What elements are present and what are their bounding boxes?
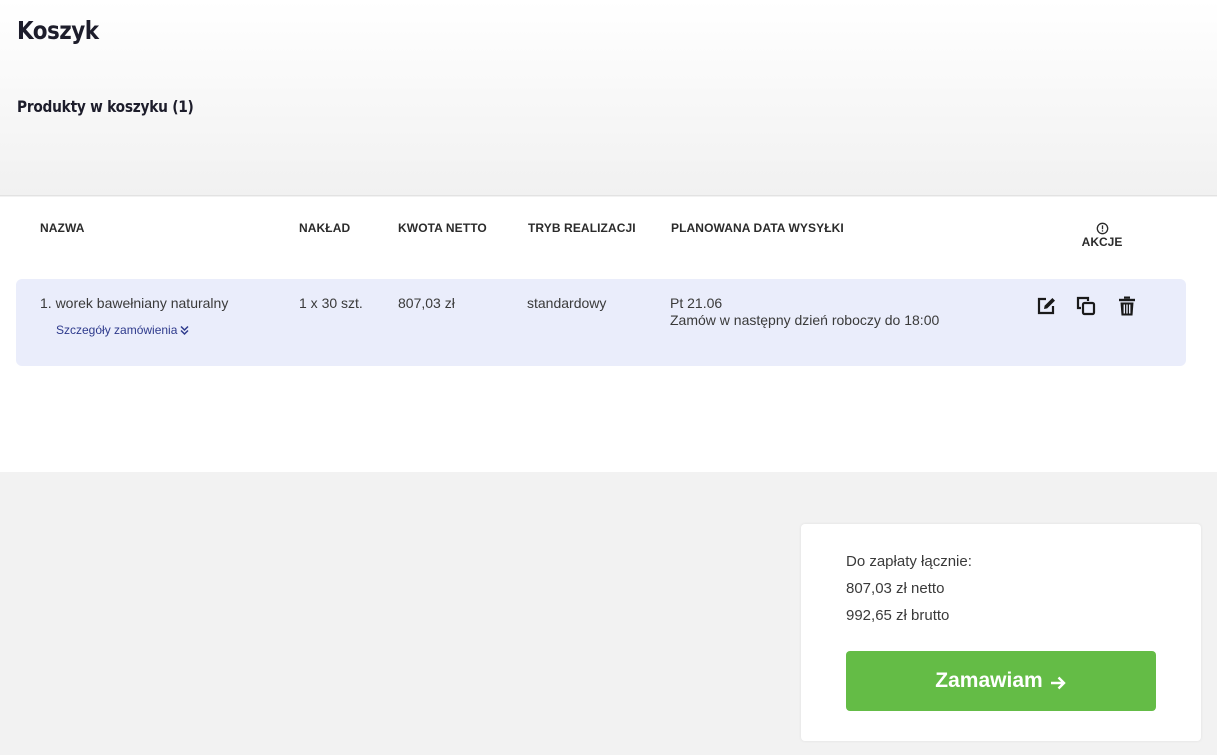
page-title: Koszyk xyxy=(17,16,99,45)
edit-icon[interactable] xyxy=(1035,295,1057,317)
trash-icon[interactable] xyxy=(1116,295,1138,317)
quantity-value: 1 x 30 szt. xyxy=(299,295,363,311)
net-amount-value: 807,03 zł xyxy=(398,295,455,311)
order-button-label: Zamawiam xyxy=(935,669,1043,692)
chevron-double-down-icon xyxy=(180,325,189,336)
copy-icon[interactable] xyxy=(1075,295,1097,317)
table-row: 1. worek bawełniany naturalny Szczegóły … xyxy=(16,279,1186,366)
column-header-name: NAZWA xyxy=(40,221,85,235)
order-details-toggle[interactable]: Szczegóły zamówienia xyxy=(56,323,189,337)
mode-value: standardowy xyxy=(527,295,607,311)
arrow-right-icon xyxy=(1050,676,1066,690)
column-header-quantity: NAKŁAD xyxy=(299,221,351,235)
ship-date-value: Pt 21.06 xyxy=(670,295,723,311)
page-header: Koszyk Produkty w koszyku (1) xyxy=(0,0,1217,196)
order-summary: Do zapłaty łącznie: 807,03 zł netto 992,… xyxy=(801,524,1201,741)
total-label: Do zapłaty łącznie: xyxy=(846,553,972,570)
info-circle-icon[interactable] xyxy=(1096,222,1109,235)
column-header-actions: AKCJE xyxy=(1080,222,1124,249)
ship-date-note: Zamów w następny dzień roboczy do 18:00 xyxy=(670,312,940,328)
ship-date-cell: Pt 21.06 Zamów w następny dzień roboczy … xyxy=(670,295,939,329)
cart-table: NAZWA NAKŁAD KWOTA NETTO TRYB REALIZACJI… xyxy=(0,197,1217,472)
total-net: 807,03 zł netto xyxy=(846,580,945,597)
order-button[interactable]: Zamawiam xyxy=(846,651,1156,711)
cart-products-heading: Produkty w koszyku (1) xyxy=(17,97,194,116)
order-details-label: Szczegóły zamówienia xyxy=(56,323,178,337)
product-name: 1. worek bawełniany naturalny xyxy=(40,295,229,311)
column-header-ship-date: PLANOWANA DATA WYSYŁKI xyxy=(671,221,844,235)
column-header-mode: TRYB REALIZACJI xyxy=(528,221,636,235)
total-gross: 992,65 zł brutto xyxy=(846,607,950,624)
column-header-net-amount: KWOTA NETTO xyxy=(398,221,487,235)
actions-header-label: AKCJE xyxy=(1081,235,1123,249)
